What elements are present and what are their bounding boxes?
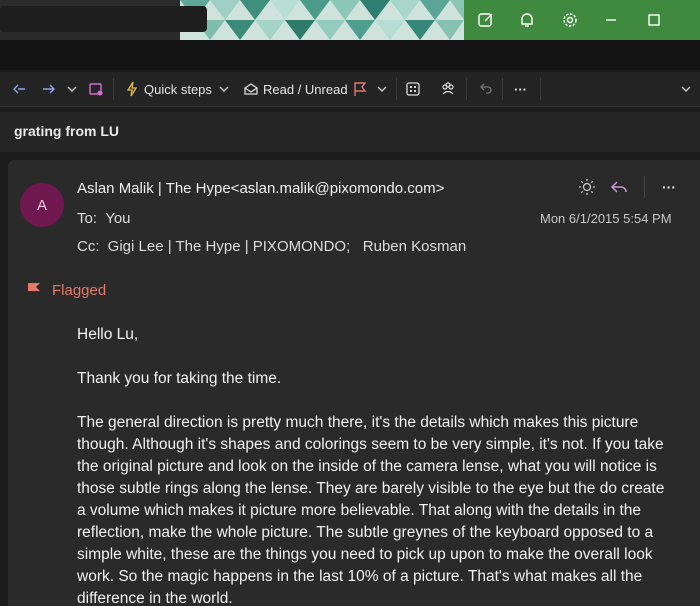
apps-icon[interactable] — [405, 72, 421, 106]
subject-bar: grating from LU — [0, 112, 700, 152]
to-label: To: — [77, 210, 98, 227]
cc-recipients[interactable]: Gigi Lee | The Hype | PIXOMONDO; Ruben K… — [108, 238, 467, 255]
banner-image — [180, 0, 464, 40]
sun-icon[interactable] — [574, 174, 600, 200]
separator — [113, 78, 114, 100]
sender[interactable]: Aslan Malik | The Hype<aslan.malik@pixom… — [77, 180, 444, 197]
more-options-button[interactable]: ··· — [656, 174, 682, 200]
chevron-down-icon[interactable] — [64, 72, 80, 106]
bell-icon[interactable] — [515, 8, 539, 32]
flag-icon — [28, 283, 40, 298]
read-unread-label: Read / Unread — [263, 81, 348, 97]
undo-icon[interactable] — [478, 72, 494, 106]
message-card: A Aslan Malik | The Hype<aslan.malik@pix… — [8, 160, 700, 606]
flag-status: Flagged — [26, 281, 106, 299]
chevron-down-icon[interactable] — [216, 72, 232, 106]
message-body: Hello Lu, Thank you for taking the time.… — [77, 324, 677, 606]
chevron-down-icon[interactable] — [678, 72, 694, 106]
separator — [502, 78, 503, 100]
gear-icon[interactable] — [558, 8, 582, 32]
ribbon-toolbar: Quick steps Read / Unread ··· — [0, 72, 700, 107]
more-options-label: ··· — [662, 179, 676, 195]
separator — [644, 176, 645, 198]
maximize-icon[interactable] — [642, 8, 666, 32]
quick-steps-button[interactable]: Quick steps — [124, 72, 212, 106]
reply-all-icon[interactable] — [12, 72, 28, 106]
people-icon[interactable] — [440, 72, 456, 106]
read-unread-button[interactable]: Read / Unread — [243, 72, 348, 106]
tab-strip — [0, 40, 700, 70]
more-options-label: ··· — [514, 81, 527, 97]
calendar-icon[interactable] — [88, 72, 104, 106]
flag-icon[interactable] — [352, 72, 368, 106]
reply-icon[interactable] — [606, 174, 632, 200]
body-paragraph: Thank you for taking the time. — [77, 370, 282, 387]
window-controls — [464, 0, 700, 40]
cc-row: Cc: Gigi Lee | The Hype | PIXOMONDO; Rub… — [77, 238, 466, 255]
forward-icon[interactable] — [40, 72, 56, 106]
separator — [396, 78, 397, 100]
message-subject: grating from LU — [14, 123, 119, 139]
quick-steps-label: Quick steps — [144, 81, 212, 97]
separator — [540, 78, 541, 100]
message-date: Mon 6/1/2015 5:54 PM — [540, 211, 672, 226]
to-recipient[interactable]: You — [105, 210, 130, 227]
separator — [466, 78, 467, 100]
flag-label: Flagged — [52, 281, 107, 299]
cc-label: Cc: — [77, 238, 100, 255]
minimize-icon[interactable] — [599, 8, 623, 32]
more-options-button[interactable]: ··· — [514, 72, 527, 106]
avatar-initial: A — [36, 196, 47, 214]
body-paragraph: Hello Lu, — [77, 326, 139, 343]
to-row: To: You — [77, 210, 131, 227]
avatar: A — [20, 183, 64, 227]
compose-icon[interactable] — [474, 8, 498, 32]
title-bar — [0, 0, 700, 40]
chevron-down-icon[interactable] — [374, 72, 390, 106]
body-paragraph: The general direction is pretty much the… — [77, 414, 665, 606]
search-box[interactable] — [0, 6, 207, 32]
